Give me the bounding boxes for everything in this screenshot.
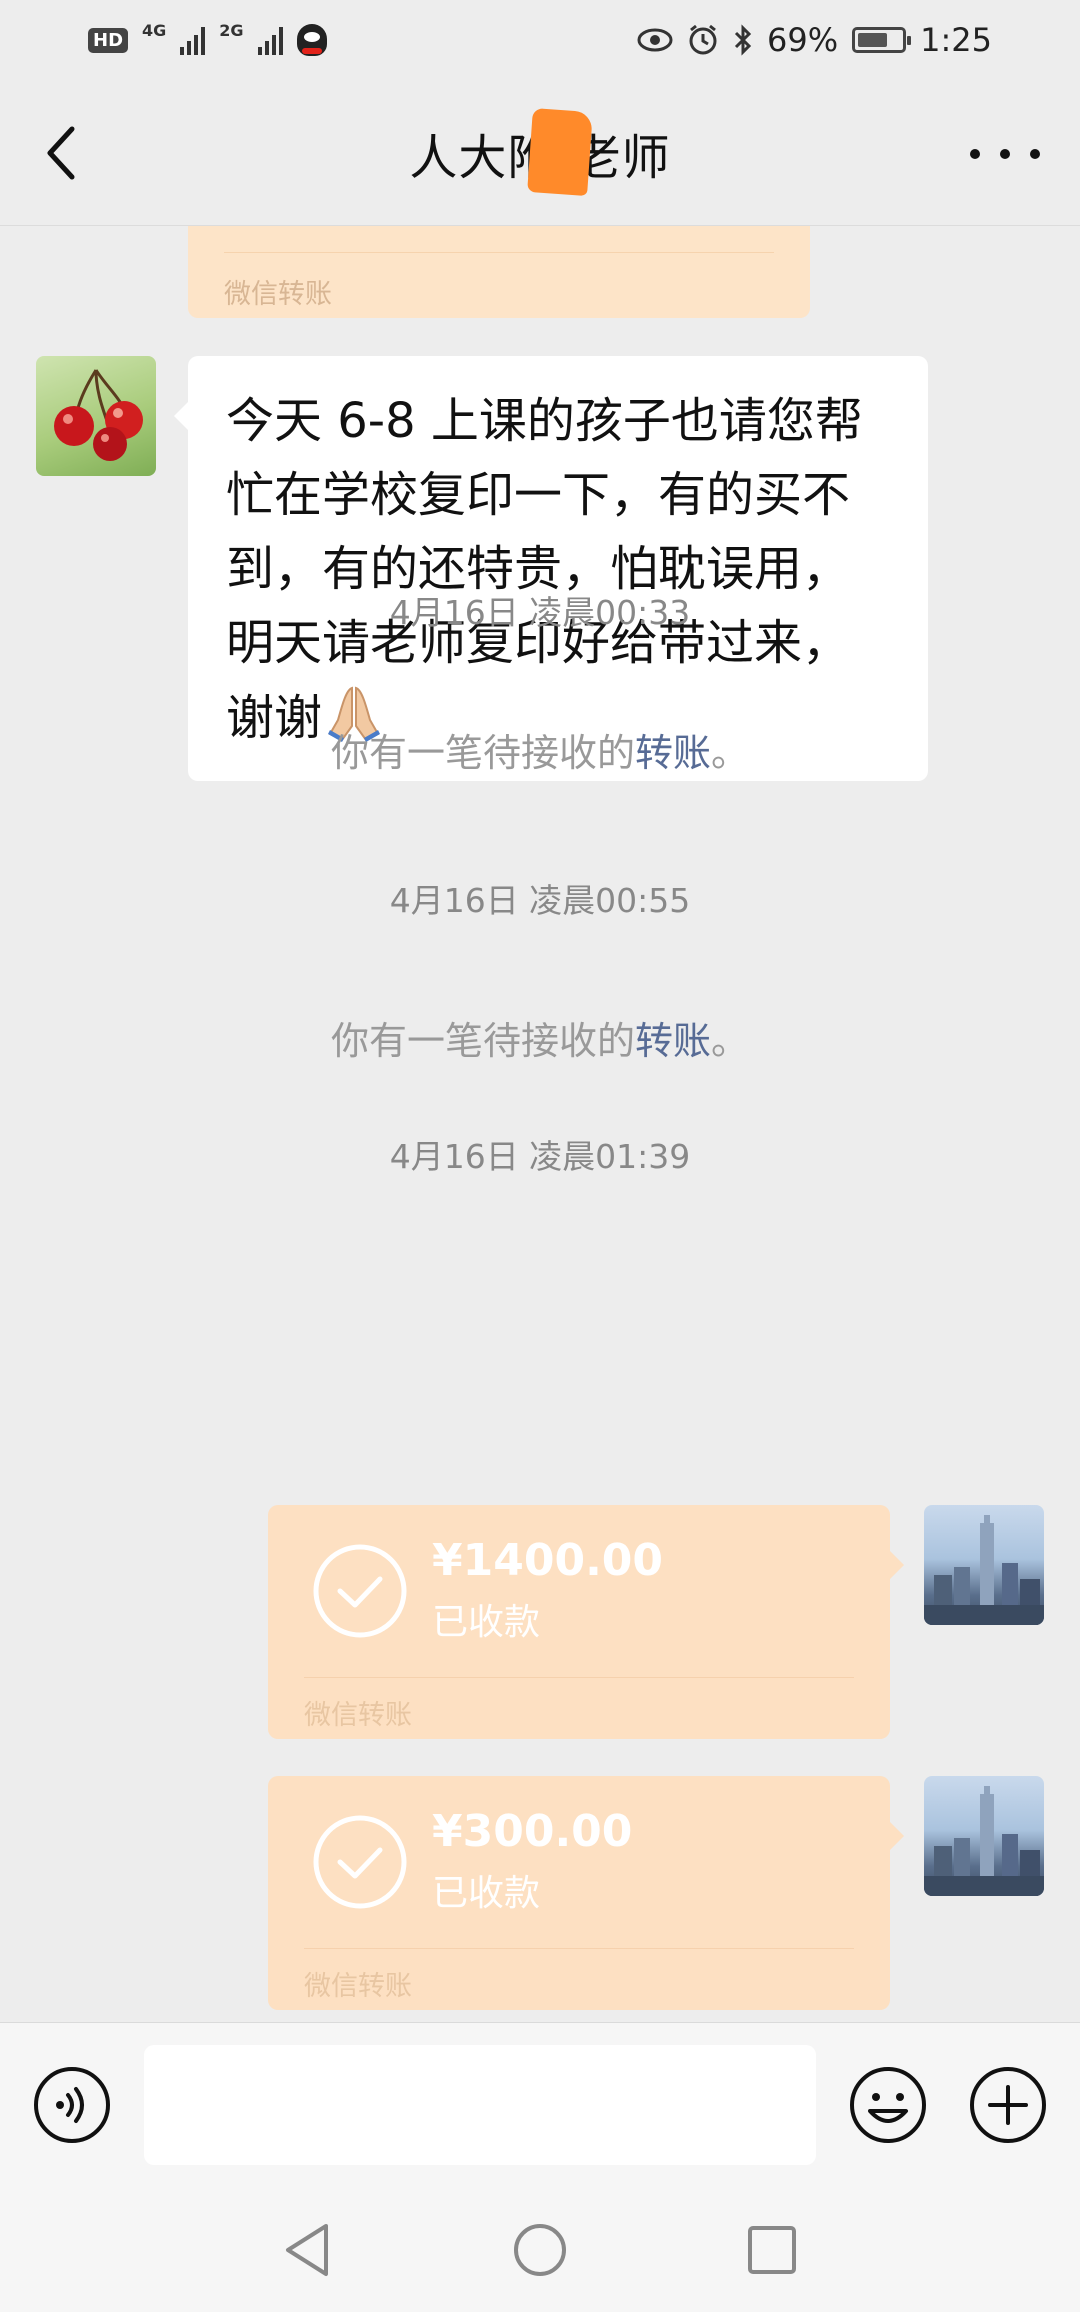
card-divider [304,1677,854,1678]
transfer-link[interactable]: 转账 [635,1019,711,1063]
plus-icon[interactable] [968,2065,1048,2145]
transfer-source-label: 微信转账 [304,1700,412,1731]
signal-icon-2 [257,25,283,55]
chat-messages[interactable]: 微信转账 今天 6-8 上课的孩子也请您帮忙在学校复印一下，有的买不到，有的还特… [0,226,1080,2022]
alarm-icon [689,24,717,55]
check-circle-icon [313,1815,407,1909]
system-message: 你有一笔待接收的转账。 [0,722,1080,777]
transfer-status: 已收款 [432,1602,541,1643]
card-divider [304,1948,854,1949]
my-avatar[interactable] [924,1776,1044,1896]
back-button[interactable] [30,120,90,186]
city-avatar-image [924,1786,1044,1896]
cherry-avatar-image [54,369,143,461]
more-dot [970,149,980,159]
timestamp: 4月16日 凌晨00:33 [389,593,691,632]
nav-home-icon[interactable] [510,2220,570,2280]
status-right: 69% 1:25 [637,21,992,59]
battery-fill [858,33,888,47]
voice-icon[interactable] [32,2065,112,2145]
transfer-amount: ¥300.00 [432,1806,633,1857]
my-avatar[interactable] [924,1505,1044,1625]
more-options-button[interactable] [970,134,1040,174]
emoji-icon[interactable] [848,2065,928,2145]
battery-icon [852,27,912,53]
battery-percent: 69% [767,21,839,59]
system-message-text: 你有一笔待接收的 [330,1019,635,1063]
timestamp: 4月16日 凌晨00:55 [389,881,691,920]
chevron-left-icon [47,126,75,180]
network-2g-label: 2G [219,20,244,40]
input-bar [0,2022,1080,2190]
transfer-link[interactable]: 转账 [635,731,711,775]
eye-icon [637,28,673,52]
redaction-mark [527,108,593,196]
system-message-suffix: 。 [711,731,750,775]
transfer-source-label: 微信转账 [224,279,332,310]
system-message-text: 你有一笔待接收的 [330,731,635,775]
check-circle-icon [313,1544,407,1638]
transfer-amount: ¥1400.00 [432,1535,664,1586]
nav-back-icon[interactable] [278,2220,338,2280]
more-dot [1030,149,1040,159]
transfer-card-partial[interactable]: 微信转账 [188,226,810,318]
signal-icon [180,25,206,55]
transfer-status: 已收款 [432,1873,541,1914]
status-left: HD 4G 2G [88,20,327,56]
card-divider [224,252,774,253]
transfer-card[interactable]: ¥300.00 已收款 微信转账 [268,1776,904,2010]
transfer-card[interactable]: ¥1400.00 已收款 微信转账 [268,1505,904,1739]
system-message: 你有一笔待接收的转账。 [0,1010,1080,1065]
bluetooth-icon [734,24,752,56]
network-4g-label: 4G [142,20,167,40]
nav-recents-icon[interactable] [742,2220,802,2280]
qq-icon [296,24,327,56]
system-message-suffix: 。 [711,1019,750,1063]
message-input[interactable] [144,2045,816,2165]
contact-avatar[interactable] [36,356,156,476]
transfer-source-label: 微信转账 [304,1971,412,2002]
status-bar: HD 4G 2G 69% 1:25 [0,0,1080,80]
incoming-message-bubble[interactable]: 今天 6-8 上课的孩子也请您帮忙在学校复印一下，有的买不到，有的还特贵，怕耽误… [174,356,928,781]
system-nav-bar [0,2190,1080,2312]
city-avatar-image [924,1515,1044,1625]
hd-badge: HD [88,27,129,53]
timestamp: 4月16日 凌晨01:39 [389,1137,691,1176]
clock-time: 1:25 [920,21,992,59]
more-dot [1000,149,1010,159]
